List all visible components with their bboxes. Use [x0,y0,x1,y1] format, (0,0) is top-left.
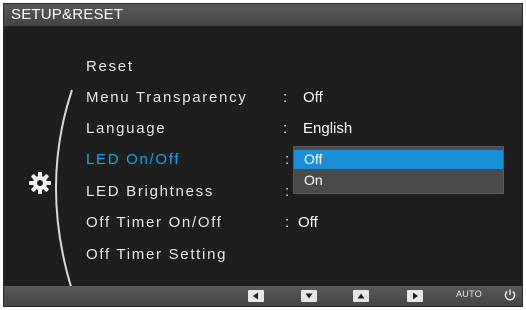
separator: : [285,183,290,200]
separator: : [285,214,290,231]
separator: : [283,89,288,106]
osd-panel: SETUP&RESET Reset Menu Transparency : Of… [3,3,523,307]
dropdown-option-off[interactable]: Off [294,150,503,169]
osd-title: SETUP&RESET [4,4,522,26]
language-value: English [303,120,353,137]
left-arrow-icon[interactable] [248,290,264,302]
menu-item-off-timer-setting[interactable]: Off Timer Setting [86,246,227,263]
separator: : [283,120,288,137]
power-icon[interactable] [503,288,517,302]
auto-button[interactable]: AUTO [456,289,482,299]
up-arrow-icon[interactable] [353,290,369,302]
menu-item-menu-transparency[interactable]: Menu Transparency [86,89,247,106]
control-bar: AUTO [4,286,522,306]
menu-item-led-on-off[interactable]: LED On/Off [86,151,180,168]
dropdown-option-on[interactable]: On [294,171,503,190]
menu-item-led-brightness[interactable]: LED Brightness [86,183,214,200]
menu-transparency-value: Off [303,89,323,106]
led-on-off-dropdown[interactable]: Off On [293,146,504,194]
menu-item-language[interactable]: Language [86,120,166,137]
separator: : [285,151,290,168]
menu-item-reset[interactable]: Reset [86,58,134,75]
down-arrow-icon[interactable] [301,290,317,302]
gear-icon [29,172,51,194]
menu-item-off-timer-on-off[interactable]: Off Timer On/Off [86,214,223,231]
off-timer-value: Off [298,214,318,231]
right-arrow-icon[interactable] [407,290,423,302]
